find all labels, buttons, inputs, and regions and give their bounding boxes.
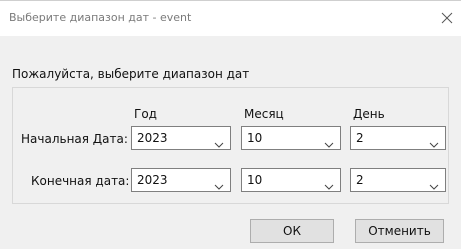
cancel-button[interactable]: Отменить bbox=[355, 219, 444, 243]
start-month-select[interactable]: 10 bbox=[241, 126, 341, 150]
start-year-value: 2023 bbox=[137, 131, 168, 145]
title-bar: Выберите диапазон дат - event bbox=[0, 1, 461, 36]
start-date-label: Начальная Дата: bbox=[21, 132, 128, 146]
date-range-dialog: Выберите диапазон дат - event Пожалуйста… bbox=[0, 0, 461, 249]
ok-button[interactable]: ОК bbox=[250, 219, 334, 243]
chevron-down-icon bbox=[429, 134, 439, 148]
chevron-down-icon bbox=[429, 176, 439, 190]
start-day-value: 2 bbox=[356, 131, 364, 145]
dialog-heading: Пожалуйста, выберите диапазон дат bbox=[12, 67, 250, 81]
close-icon[interactable] bbox=[440, 10, 454, 24]
end-year-select[interactable]: 2023 bbox=[131, 168, 231, 192]
end-month-value: 10 bbox=[247, 173, 263, 187]
chevron-down-icon bbox=[214, 134, 224, 148]
end-day-select[interactable]: 2 bbox=[350, 168, 446, 192]
chevron-down-icon bbox=[324, 134, 334, 148]
column-day-label: День bbox=[353, 107, 385, 121]
window-title: Выберите диапазон дат - event bbox=[9, 11, 192, 24]
start-year-select[interactable]: 2023 bbox=[131, 126, 231, 150]
start-day-select[interactable]: 2 bbox=[350, 126, 446, 150]
end-month-select[interactable]: 10 bbox=[241, 168, 341, 192]
end-date-label: Конечная дата: bbox=[31, 174, 130, 188]
end-day-value: 2 bbox=[356, 173, 364, 187]
column-month-label: Месяц bbox=[244, 107, 284, 121]
end-year-value: 2023 bbox=[137, 173, 168, 187]
start-month-value: 10 bbox=[247, 131, 263, 145]
chevron-down-icon bbox=[214, 176, 224, 190]
column-year-label: Год bbox=[134, 107, 157, 121]
chevron-down-icon bbox=[324, 176, 334, 190]
